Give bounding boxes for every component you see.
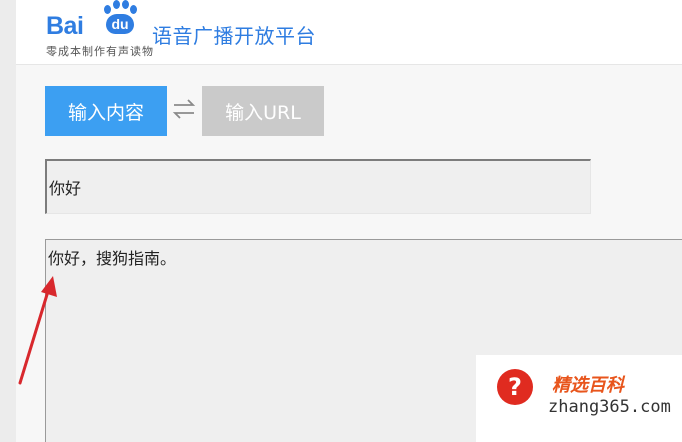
swap-arrows-icon[interactable] <box>171 96 197 122</box>
watermark-badge: ? 精选百科 zhang365.com <box>476 355 682 442</box>
left-edge-strip <box>0 0 16 442</box>
header: Bai du 语音广播开放平台 零成本制作有声读物 <box>16 0 682 65</box>
paw-toe <box>113 0 120 9</box>
tab-input-content[interactable]: 输入内容 <box>45 86 167 136</box>
paw-toe <box>122 0 129 9</box>
text-input-field[interactable]: 你好 <box>45 159 591 214</box>
logo-bai-text: Bai <box>46 12 84 40</box>
logo-du-text: du <box>111 16 129 32</box>
paw-toe <box>130 5 137 14</box>
watermark-name: 精选百科 <box>552 375 624 396</box>
slogan: 零成本制作有声读物 <box>46 45 154 58</box>
watermark-domain: zhang365.com <box>548 397 671 417</box>
question-badge-icon: ? <box>497 369 533 405</box>
paw-logo-icon: du <box>99 0 139 38</box>
paw-toe <box>104 5 111 14</box>
platform-title: 语音广播开放平台 <box>152 24 316 48</box>
tab-input-url[interactable]: 输入URL <box>202 86 324 136</box>
paw-pad: du <box>106 14 134 34</box>
